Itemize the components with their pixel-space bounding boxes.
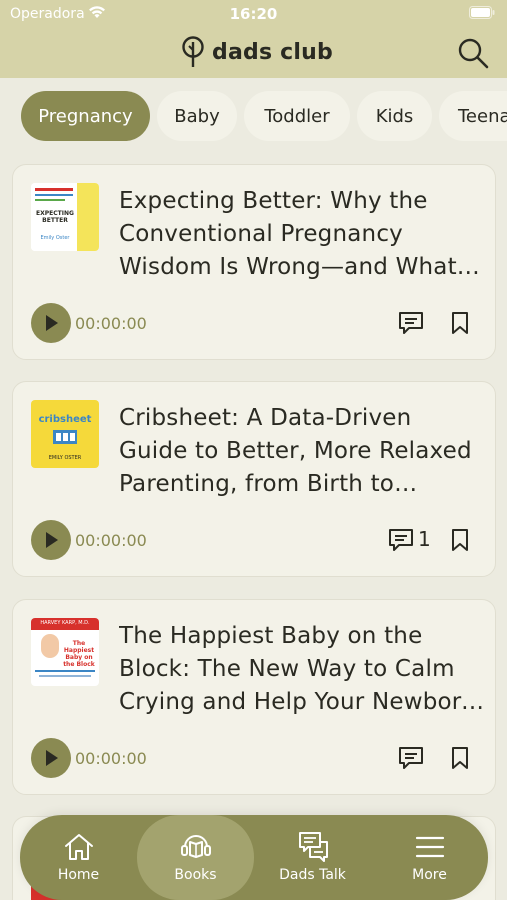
book-cover: EXPECTING BETTER Emily Oster [31,183,99,251]
play-icon [46,750,58,766]
tree-icon [182,36,204,67]
comment-icon[interactable] [387,526,415,554]
battery-icon [469,6,495,19]
tab-baby[interactable]: Baby [157,91,237,141]
play-icon [46,532,58,548]
comment-icon[interactable] [397,744,425,772]
tab-pregnancy[interactable]: Pregnancy [21,91,150,141]
category-tabs: Pregnancy Baby Toddler Kids Teena [0,91,507,143]
book-title[interactable]: Cribsheet: A Data-Driven Guide to Better… [119,402,485,501]
cover-author: HARVEY KARP, M.D. [40,620,90,626]
menu-icon [415,836,445,858]
cover-title: The Happiest Baby on the Block [63,640,95,668]
home-icon [65,834,93,860]
bookmark-icon[interactable] [451,311,469,335]
status-bar: Operadora 16:20 [0,0,507,28]
nav-label: Dads Talk [279,867,346,883]
duration: 00:00:00 [75,749,147,768]
duration: 00:00:00 [75,314,147,333]
play-icon [46,315,58,331]
bottom-navigation: Home Books Dads Talk More [20,815,488,900]
status-time: 16:20 [229,5,278,23]
nav-books[interactable]: Books [137,815,254,900]
tab-toddler[interactable]: Toddler [244,91,350,141]
play-button[interactable] [31,738,71,778]
search-icon[interactable] [456,36,490,70]
book-cover: HARVEY KARP, M.D. The Happiest Baby on t… [31,618,99,686]
app-header: Operadora 16:20 dads club [0,0,507,78]
play-button[interactable] [31,303,71,343]
nav-home[interactable]: Home [20,815,137,900]
brand: dads club [180,36,333,68]
comment-icon[interactable] [397,309,425,337]
duration: 00:00:00 [75,531,147,550]
book-cover: cribsheet EMILY OSTER [31,400,99,468]
nav-dads-talk[interactable]: Dads Talk [254,815,371,900]
bookmark-icon[interactable] [451,746,469,770]
nav-label: More [412,867,447,883]
cover-title: cribsheet [38,414,92,425]
book-card[interactable]: cribsheet EMILY OSTER Cribsheet: A Data-… [12,381,496,577]
chat-icon [299,832,328,862]
nav-more[interactable]: More [371,815,488,900]
bookmark-icon[interactable] [451,528,469,552]
comment-count: 1 [418,527,431,551]
book-title[interactable]: The Happiest Baby on the Block: The New … [119,620,485,719]
play-button[interactable] [31,520,71,560]
book-card[interactable]: HARVEY KARP, M.D. The Happiest Baby on t… [12,599,496,795]
nav-label: Home [57,867,100,883]
cover-title: EXPECTING BETTER [36,210,74,224]
brand-name: dads club [212,39,333,65]
tab-kids[interactable]: Kids [357,91,432,141]
book-audio-icon [181,835,211,858]
book-card[interactable]: EXPECTING BETTER Emily Oster Expecting B… [12,164,496,360]
nav-label: Books [174,867,217,883]
book-title[interactable]: Expecting Better: Why the Conventional P… [119,185,485,284]
cover-author: Emily Oster [40,235,70,241]
tab-teens[interactable]: Teena [439,91,507,141]
cover-author: EMILY OSTER [48,455,82,461]
